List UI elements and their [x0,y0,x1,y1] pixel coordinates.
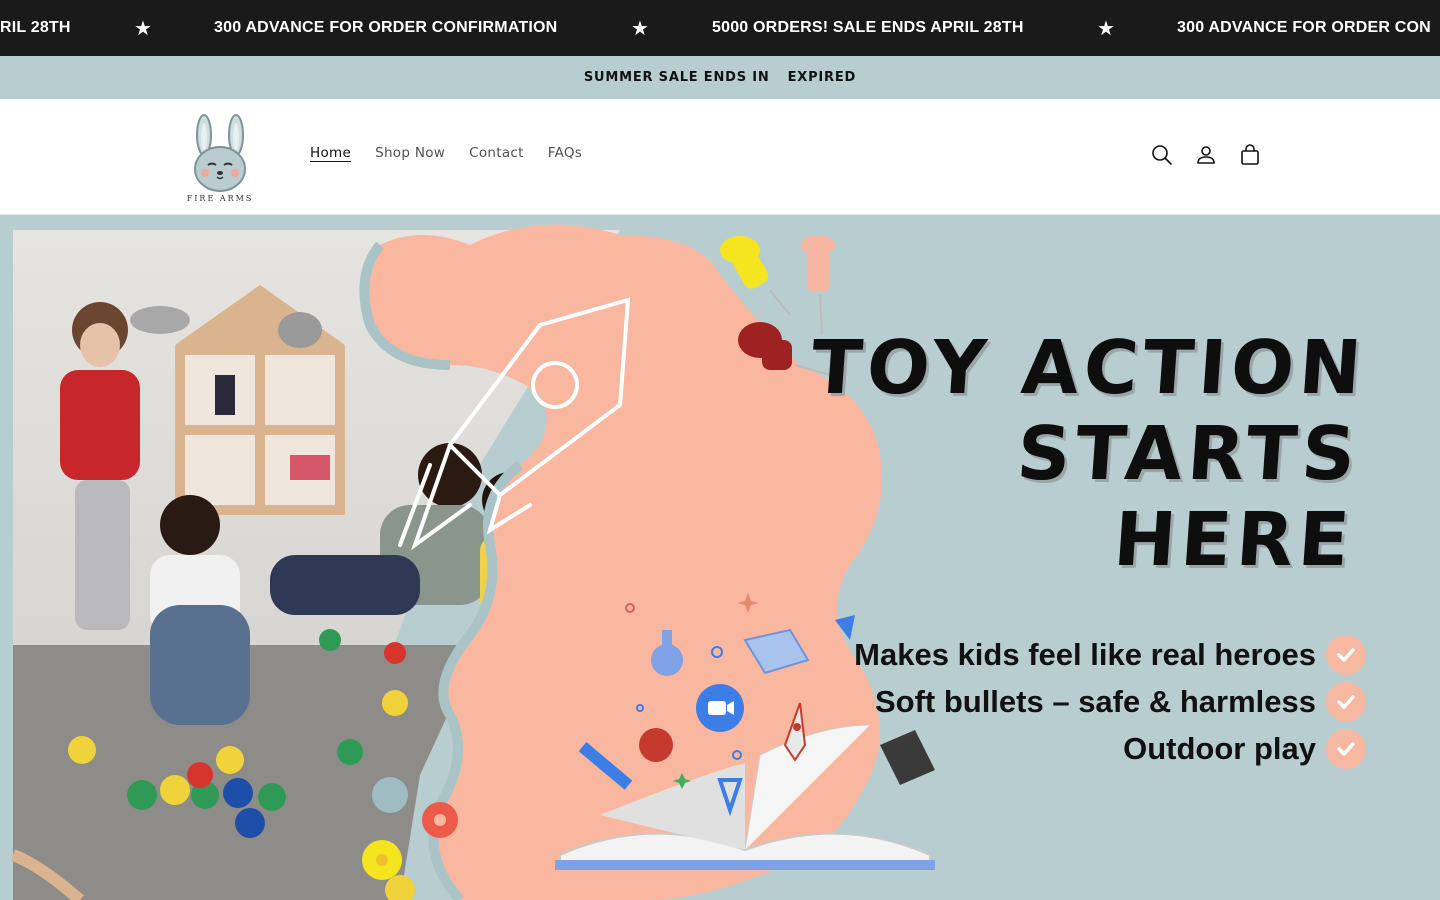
logo-text: FIRE ARMS [187,194,254,203]
logo[interactable]: FIRE ARMS [184,113,256,205]
feature-item: Makes kids feel like real heroes [854,635,1366,675]
nav-faqs[interactable]: FAQs [548,145,582,161]
flower-icon [422,802,458,838]
star-icon: ★ [1097,17,1115,40]
star-icon: ★ [631,17,649,40]
push-pin-icon [801,235,835,336]
headline-line-2: STARTS HERE [1014,411,1364,583]
cart-icon[interactable] [1238,143,1262,167]
countdown-label: SUMMER SALE ENDS IN [583,70,770,85]
hero-banner[interactable]: TOY ACTION STARTS HERE Makes kids feel l… [0,215,1440,900]
countdown-status: EXPIRED [787,70,857,85]
account-icon[interactable] [1194,143,1218,167]
search-icon[interactable] [1150,143,1174,167]
main-nav: Home Shop Now Contact FAQs [310,145,582,161]
announcement-ticker: RIL 28TH ★ 300 ADVANCE FOR ORDER CONFIRM… [0,0,1440,56]
feature-item: Soft bullets – safe & harmless [875,682,1366,722]
check-icon [1326,635,1366,675]
headline-line-1: TOY ACTION [808,325,1370,411]
flower-icon [362,840,402,880]
feature-list: Makes kids feel like real heroes Soft bu… [854,635,1366,769]
header-icons [1150,143,1262,167]
check-icon [1326,729,1366,769]
bunny-logo-icon: FIRE ARMS [187,114,254,203]
nav-home[interactable]: Home [310,145,351,161]
feature-text: Soft bullets – safe & harmless [874,684,1316,719]
feature-item: Outdoor play [1123,729,1366,769]
hero-headline: TOY ACTION STARTS HERE [791,325,1369,583]
ticker-item: RIL 28TH [0,19,71,36]
ticker-item: 300 ADVANCE FOR ORDER CONFIRMATION [214,19,558,36]
ticker-item: 300 ADVANCE FOR ORDER CON [1177,19,1431,36]
check-icon [1326,682,1366,722]
feature-text: Makes kids feel like real heroes [854,637,1316,672]
countdown-bar: SUMMER SALE ENDS IN EXPIRED [0,56,1440,99]
flower-icon [372,777,408,813]
star-icon: ★ [134,17,152,40]
feature-text: Outdoor play [1123,731,1316,766]
site-header: FIRE ARMS Home Shop Now Contact FAQs [0,99,1440,215]
nav-shop-now[interactable]: Shop Now [375,145,445,161]
ticker-item: 5000 ORDERS! SALE ENDS APRIL 28TH [712,19,1024,36]
nav-contact[interactable]: Contact [469,145,524,161]
